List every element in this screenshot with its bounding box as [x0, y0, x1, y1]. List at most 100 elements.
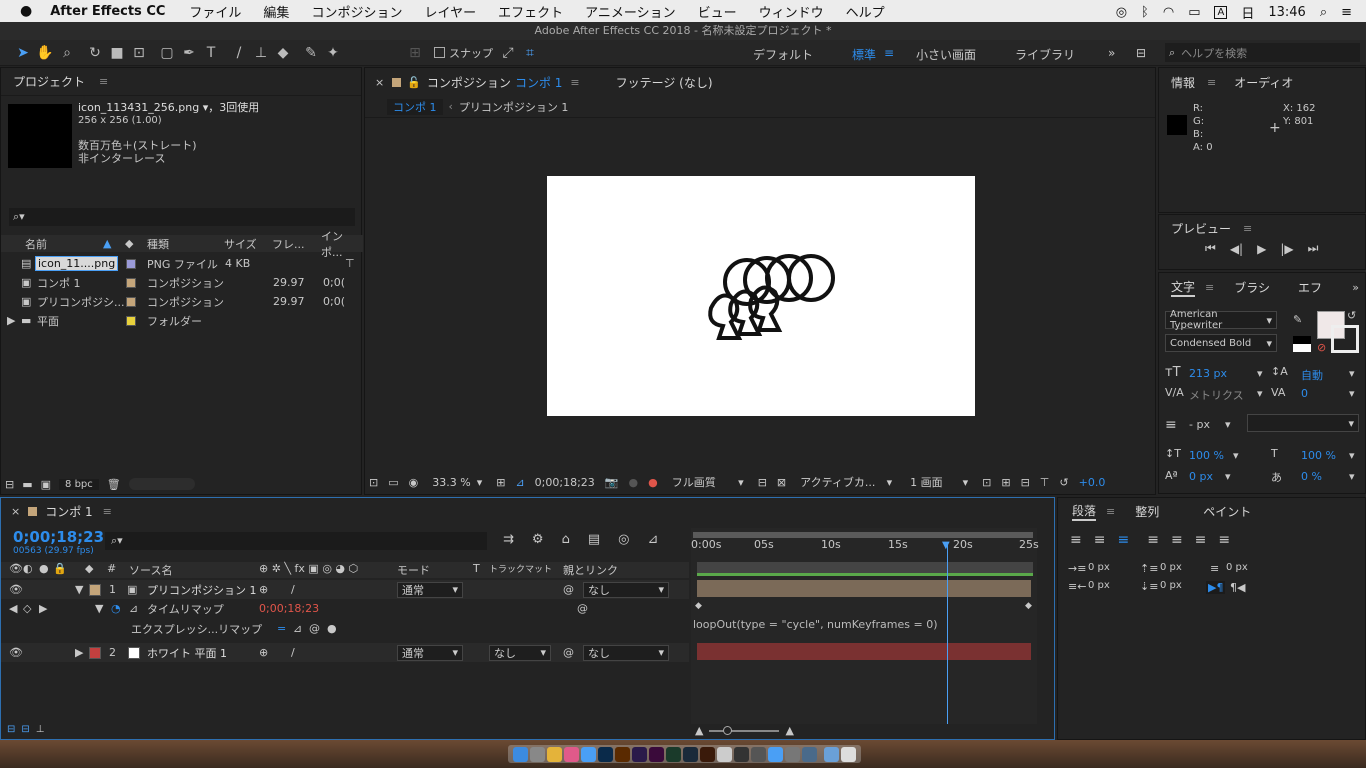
draft-3d-icon[interactable]: ⚙: [532, 532, 544, 547]
justify-left-icon[interactable]: ≡: [1147, 532, 1159, 548]
quality-dropdown[interactable]: フル画質 ▾: [668, 473, 748, 491]
project-row[interactable]: ▣ プリコンポジシ... コンポジション 29.97 0;0(: [1, 292, 363, 311]
menu-effect[interactable]: エフェクト: [498, 2, 563, 21]
help-search-input[interactable]: ヘルプを検索: [1181, 45, 1247, 61]
expand-arrow-icon[interactable]: ▼: [95, 602, 103, 615]
vertical-scale-arrow-icon[interactable]: ▾: [1233, 449, 1239, 462]
parent-dropdown[interactable]: なし ▾: [583, 581, 669, 598]
next-frame-icon[interactable]: |▶: [1280, 242, 1293, 256]
selection-tool-icon[interactable]: ➤: [12, 42, 34, 64]
expression-row[interactable]: エクスプレッシ...リマップ = ⊿ @ ●: [1, 619, 689, 638]
project-panel-title[interactable]: プロジェクト: [13, 73, 85, 90]
expression-graph-icon[interactable]: ⊿: [293, 622, 302, 635]
play-icon[interactable]: ▶: [1257, 242, 1266, 256]
tracking-arrow-icon[interactable]: ▾: [1349, 387, 1355, 400]
layer-name[interactable]: ホワイト 平面 1: [147, 645, 227, 661]
label-color[interactable]: [126, 315, 136, 326]
channel-icon[interactable]: ●: [648, 476, 658, 489]
apple-icon[interactable]: ●: [20, 3, 32, 19]
stroke-style-dropdown[interactable]: ▾: [1247, 414, 1359, 432]
workspace-libraries[interactable]: ライブラリ: [1015, 46, 1075, 63]
leading-value[interactable]: 自動: [1301, 367, 1323, 383]
project-search-input[interactable]: ⌕▾: [9, 208, 355, 226]
time-remap-value[interactable]: 0;00;18;23: [259, 602, 319, 615]
tsume-value[interactable]: 0 %: [1301, 470, 1322, 483]
input-source-icon[interactable]: A: [1214, 6, 1228, 19]
menu-window[interactable]: ウィンドウ: [759, 2, 824, 21]
stroke-width-arrow-icon[interactable]: ▾: [1225, 418, 1231, 431]
roto-brush-tool-icon[interactable]: ✎: [300, 42, 322, 64]
timeline-icon[interactable]: ⊟: [1021, 476, 1030, 489]
visibility-icon[interactable]: 👁: [9, 646, 23, 659]
camera-dropdown[interactable]: アクティブカ... ▾: [796, 473, 896, 491]
tracking-value[interactable]: 0: [1301, 387, 1308, 400]
mode-dropdown[interactable]: 通常 ▾: [397, 581, 463, 598]
source-name-col[interactable]: ソース名: [129, 562, 172, 578]
paragraph-tab[interactable]: 段落: [1072, 502, 1097, 521]
trash-icon[interactable]: [841, 746, 856, 762]
space-after-value[interactable]: 0 px: [1160, 580, 1182, 591]
frame-blending-icon[interactable]: ▤: [588, 532, 600, 547]
pan-behind-tool-icon[interactable]: ⊡: [128, 42, 150, 64]
more-workspaces-icon[interactable]: »: [1108, 46, 1115, 60]
kerning-arrow-icon[interactable]: ▾: [1257, 387, 1263, 400]
menu-help[interactable]: ヘルプ: [846, 2, 885, 21]
region-icon[interactable]: ⊿: [515, 476, 524, 489]
menu-edit[interactable]: 編集: [263, 2, 289, 21]
panel-menu-icon[interactable]: ≡: [1243, 222, 1252, 235]
label-color[interactable]: [126, 258, 136, 269]
col-type[interactable]: 種類: [147, 236, 169, 252]
character-tab[interactable]: 文字: [1171, 278, 1196, 297]
info-tab[interactable]: 情報: [1171, 74, 1195, 91]
menu-layer[interactable]: レイヤー: [424, 2, 476, 21]
item-name[interactable]: icon_113431_256.png ▾，3回使用: [78, 101, 259, 114]
expand-arrow-icon[interactable]: ▼: [75, 583, 83, 596]
vertical-scale-value[interactable]: 100 %: [1189, 449, 1224, 462]
label-col-icon[interactable]: ◆: [125, 237, 133, 250]
folder-icon[interactable]: [824, 746, 839, 762]
menu-animation[interactable]: アニメーション: [585, 2, 675, 21]
time-remap-row[interactable]: ◀ ◇ ▶ ▼ ◔ ⊿ タイムリマップ 0;00;18;23 @: [1, 599, 689, 618]
layer-label-color[interactable]: [89, 646, 101, 659]
kerning-value[interactable]: メトリクス: [1189, 387, 1244, 403]
expression-text[interactable]: loopOut(type = "cycle", numKeyframes = 0…: [693, 618, 938, 631]
layer-row[interactable]: 👁 ▼ 1 ▣ プリコンポジション 1 ⊕ / 通常 ▾ @ なし ▾: [1, 580, 689, 599]
space-before-value[interactable]: 0 px: [1160, 562, 1182, 573]
breadcrumb-comp1[interactable]: コンポ 1: [387, 98, 443, 115]
snap-checkbox[interactable]: [434, 47, 445, 58]
leading-arrow-icon[interactable]: ▾: [1349, 367, 1355, 380]
show-snapshot-icon[interactable]: ●: [628, 476, 638, 489]
graph-editor-icon[interactable]: ⊿: [647, 532, 658, 547]
comp-tab-name[interactable]: コンポ 1: [515, 74, 562, 91]
project-row[interactable]: ▣ コンポ 1 コンポジション 29.97 0;0(: [1, 273, 363, 292]
panel-menu-icon[interactable]: ≡: [1106, 505, 1115, 518]
hand-tool-icon[interactable]: ✋: [34, 42, 56, 64]
timeline-tab[interactable]: コンポ 1: [45, 503, 92, 520]
last-frame-icon[interactable]: ⏭: [1308, 241, 1319, 256]
parent-dropdown[interactable]: なし ▾: [583, 644, 669, 661]
comp-tab-prefix[interactable]: コンポジション: [427, 74, 511, 91]
tsume-arrow-icon[interactable]: ▾: [1349, 470, 1355, 483]
font-style-dropdown[interactable]: Condensed Bold ▾: [1165, 334, 1277, 352]
label-color[interactable]: [126, 277, 136, 288]
toggle-pixel-aspect-icon[interactable]: ⊡: [982, 476, 991, 489]
hierarchy-icon[interactable]: ⊤: [345, 257, 355, 270]
character-animator-icon[interactable]: [683, 746, 698, 762]
display-icon[interactable]: ▭: [388, 476, 398, 489]
mask-icon[interactable]: ◉: [409, 476, 419, 489]
first-line-indent-value[interactable]: 0 px: [1226, 562, 1248, 573]
safari-icon[interactable]: [581, 746, 596, 762]
prev-keyframe-icon[interactable]: ◀: [9, 602, 17, 615]
expression-pickwhip-icon[interactable]: @: [309, 622, 320, 635]
fit-icon[interactable]: ⊞: [496, 476, 505, 489]
pen-tool-icon[interactable]: ✒: [178, 42, 200, 64]
project-scrollbar[interactable]: [128, 478, 195, 490]
workspace-standard[interactable]: 標準: [852, 46, 876, 63]
footage-tab[interactable]: フッテージ (なし): [616, 74, 713, 91]
launchpad-icon[interactable]: [530, 746, 545, 762]
bluetooth-icon[interactable]: ᛒ: [1141, 5, 1149, 20]
menu-view[interactable]: ビュー: [698, 2, 737, 21]
zoom-in-icon[interactable]: ▲: [785, 724, 793, 737]
interpret-footage-icon[interactable]: ⊟: [5, 478, 14, 491]
stroke-width-value[interactable]: - px: [1189, 418, 1210, 431]
